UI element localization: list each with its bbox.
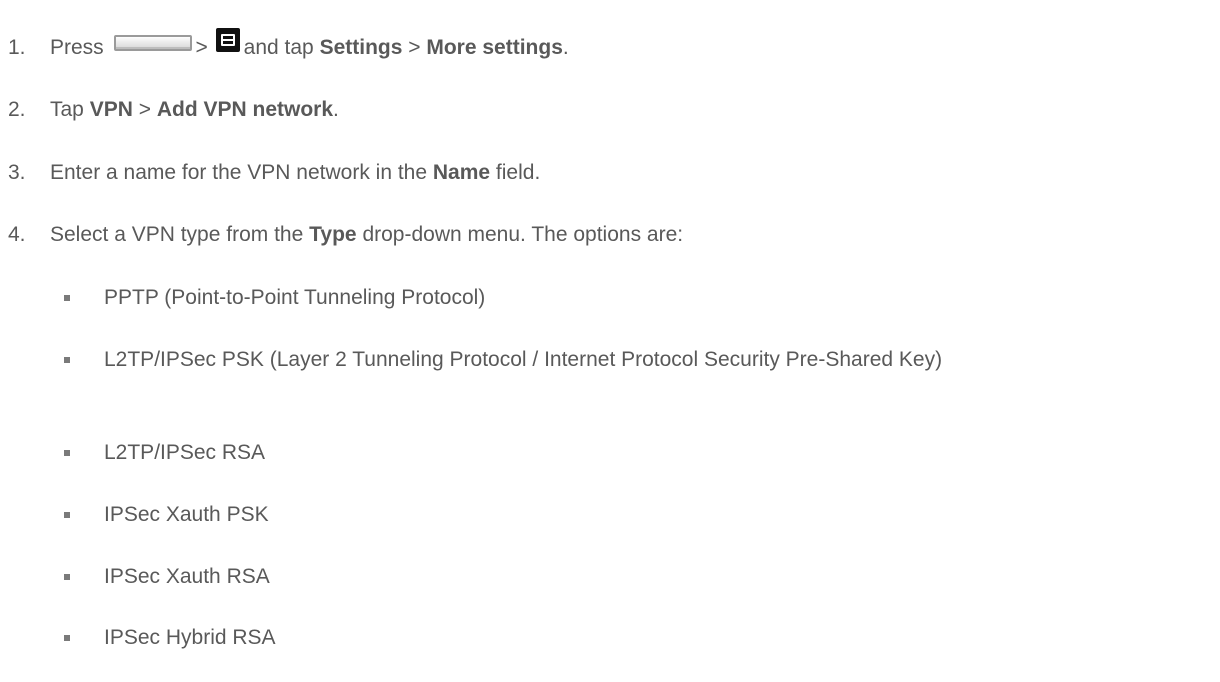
separator: > <box>195 36 208 59</box>
separator: > <box>408 36 421 59</box>
separator: > <box>138 98 151 121</box>
option-text: IPSec Xauth RSA <box>104 565 270 588</box>
step-text: drop-down menu. The options are: <box>362 223 684 246</box>
option-text: IPSec Hybrid RSA <box>104 626 276 649</box>
step-2: 2. Tap VPN > Add VPN network. <box>8 97 339 123</box>
step-text: Tap <box>50 98 84 121</box>
vpn-label: VPN <box>89 98 133 121</box>
bullet-icon <box>64 357 70 363</box>
bullet-icon <box>64 512 70 518</box>
list-item: L2TP/IPSec RSA <box>64 438 1214 468</box>
list-item: IPSec Xauth PSK <box>64 500 1214 530</box>
list-item: PPTP (Point-to-Point Tunneling Protocol) <box>64 283 1214 313</box>
step-text: Press <box>50 36 104 59</box>
option-text: L2TP/IPSec RSA <box>104 441 266 464</box>
type-field-label: Type <box>309 223 357 246</box>
list-item: IPSec Xauth RSA <box>64 562 1214 592</box>
option-text: IPSec Xauth PSK <box>104 503 269 526</box>
step-text: Enter a name for the VPN network in the <box>50 161 428 184</box>
bullet-icon <box>64 450 70 456</box>
bullet-icon <box>64 635 70 641</box>
list-item: IPSec Hybrid RSA <box>64 623 1214 653</box>
name-field-label: Name <box>432 161 491 184</box>
more-settings-label: More settings <box>426 36 563 59</box>
add-vpn-network-label: Add VPN network <box>156 98 334 121</box>
step-text: Select a VPN type from the <box>50 223 304 246</box>
step-number: 1. <box>8 36 26 59</box>
menu-key-icon <box>215 28 240 52</box>
settings-label: Settings <box>319 36 403 59</box>
punctuation: . <box>562 36 569 59</box>
step-4: 4. Select a VPN type from the Type drop-d… <box>8 222 683 248</box>
list-item: L2TP/IPSec PSK (Layer 2 Tunneling Protoc… <box>64 345 1214 375</box>
bullet-icon <box>64 295 70 301</box>
step-number: 4. <box>8 223 26 246</box>
step-1: 1. Press > and tap Settings > More settin… <box>8 28 569 61</box>
home-key-icon <box>113 35 192 51</box>
step-text: field. <box>495 161 541 184</box>
bullet-icon <box>64 574 70 580</box>
option-text: PPTP (Point-to-Point Tunneling Protocol) <box>104 286 486 309</box>
step-number: 2. <box>8 98 26 121</box>
step-text: and tap <box>243 36 314 59</box>
punctuation: . <box>333 98 339 121</box>
step-3: 3. Enter a name for the VPN network in th… <box>8 160 540 186</box>
step-number: 3. <box>8 161 26 184</box>
option-text: L2TP/IPSec PSK (Layer 2 Tunneling Protoc… <box>104 348 943 371</box>
